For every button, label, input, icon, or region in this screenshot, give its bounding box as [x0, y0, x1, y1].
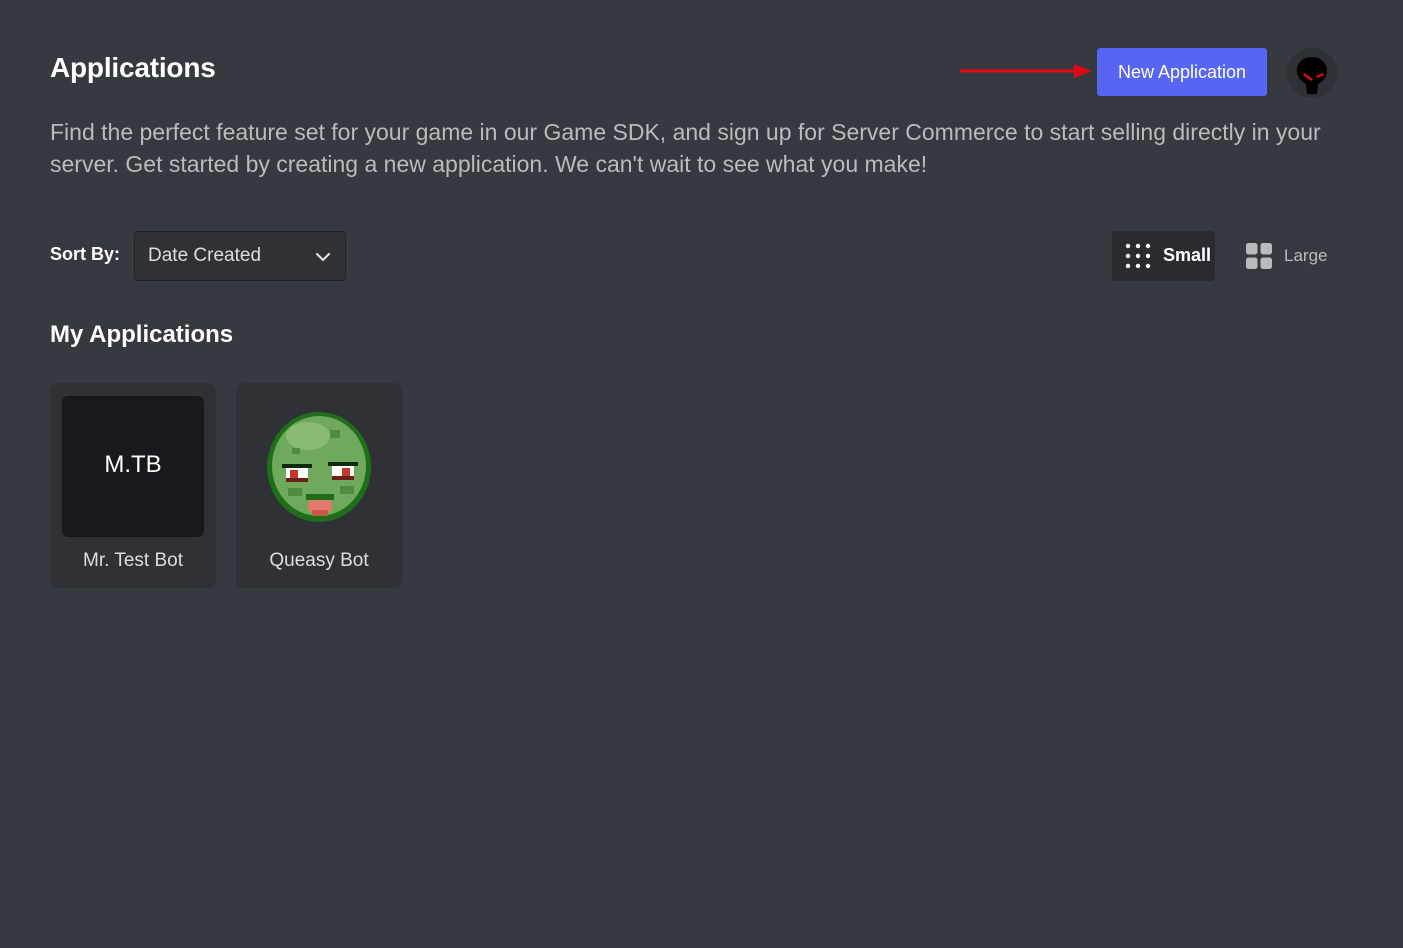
view-large-toggle[interactable]: Large [1234, 231, 1338, 281]
small-grid-icon [1125, 243, 1151, 269]
app-icon [248, 396, 390, 537]
app-card-queasy-bot[interactable]: Queasy Bot [236, 383, 402, 588]
sort-by-label: Sort By: [50, 244, 121, 264]
green-zombie-face-icon [267, 412, 371, 522]
annotation-arrow [960, 64, 1092, 78]
chevron-down-icon [315, 252, 331, 262]
sort-selected-value: Date Created [148, 245, 262, 266]
app-card-mr-test-bot[interactable]: M.TB Mr. Test Bot [50, 383, 216, 588]
page-title: Applications [50, 52, 216, 83]
developer-portal-page: Applications New Application Find the pe… [0, 0, 1403, 948]
avatar-image [1287, 48, 1337, 98]
section-title: My Applications [50, 321, 234, 348]
page-description: Find the perfect feature set for your ga… [50, 119, 1321, 177]
sort-by-select[interactable]: Date Created [134, 231, 346, 281]
view-small-label: Small [1163, 245, 1212, 265]
app-icon: M.TB [62, 396, 204, 537]
app-initials: M.TB [104, 451, 162, 478]
view-small-toggle[interactable]: Small [1112, 231, 1215, 281]
app-name: Queasy Bot [269, 550, 369, 571]
user-avatar[interactable] [1287, 48, 1337, 98]
new-application-button[interactable]: New Application [1097, 48, 1267, 96]
view-large-label: Large [1284, 246, 1328, 265]
app-name: Mr. Test Bot [83, 550, 183, 571]
large-grid-icon [1246, 243, 1272, 269]
